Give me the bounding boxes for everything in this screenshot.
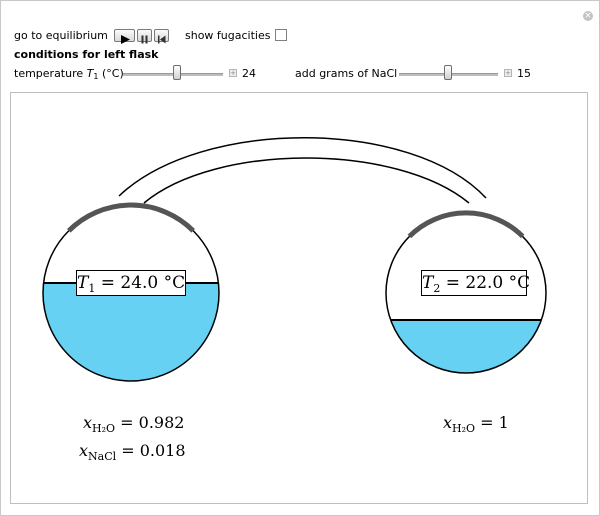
pause-button[interactable] (137, 29, 152, 44)
left-x-nacl: xNaCl = 0.018 (79, 441, 186, 463)
graphic-panel: T1 = 24.0 °C T2 = 22.0 °C xH₂O = 0.982 x… (10, 92, 588, 504)
left-temperature-box: T1 = 24.0 °C (76, 270, 186, 296)
step-back-icon (158, 35, 166, 44)
temperature-expand-icon[interactable]: + (229, 69, 237, 77)
temperature-label: temperature T1 (°C) (14, 67, 124, 81)
temperature-slider-thumb[interactable] (173, 65, 181, 80)
fugacities-checkbox[interactable] (275, 29, 287, 41)
play-icon (121, 35, 130, 44)
left-flask-stopper (67, 202, 195, 233)
play-button[interactable] (114, 29, 135, 44)
connecting-tube-inner (143, 157, 470, 204)
nacl-expand-icon[interactable]: + (504, 69, 512, 77)
reset-button[interactable] (154, 29, 169, 44)
left-flask-heading: conditions for left flask (14, 48, 159, 61)
right-flask-liquid (386, 320, 546, 373)
pause-icon (141, 35, 148, 44)
nacl-slider-thumb[interactable] (444, 65, 452, 80)
right-x-h2o: xH₂O = 1 (443, 413, 509, 435)
close-icon[interactable]: × (583, 11, 593, 21)
connecting-tube-outer (118, 137, 487, 199)
right-flask-stopper (407, 210, 525, 239)
left-flask-liquid (43, 283, 219, 381)
temperature-value: 24 (242, 67, 256, 80)
left-x-h2o: xH₂O = 0.982 (83, 413, 185, 435)
nacl-value: 15 (517, 67, 531, 80)
fugacities-label: show fugacities (185, 29, 271, 42)
equilibrium-label: go to equilibrium (14, 29, 108, 42)
nacl-label: add grams of NaCl (295, 67, 398, 80)
right-temperature-box: T2 = 22.0 °C (421, 270, 530, 296)
